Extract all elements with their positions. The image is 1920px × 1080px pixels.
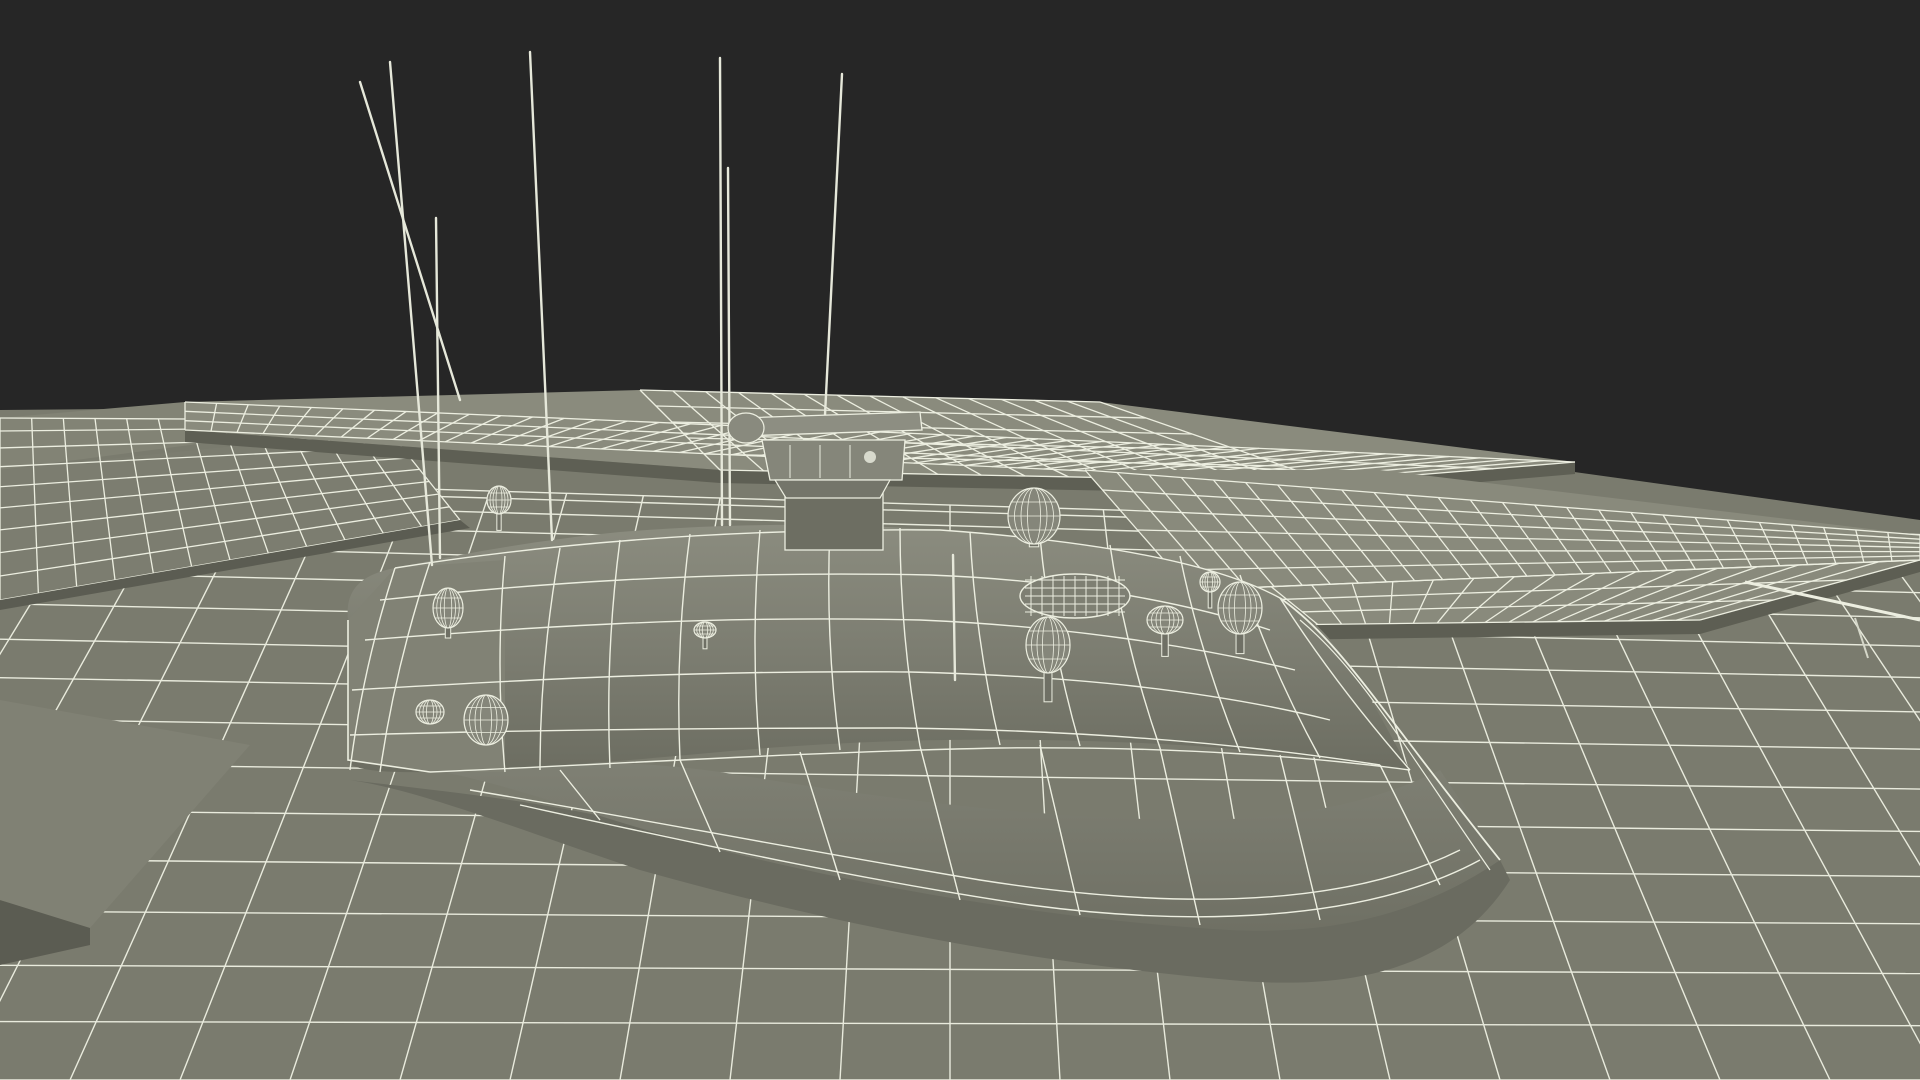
wireframe-scene xyxy=(0,0,1920,1080)
deck-hatch xyxy=(1019,573,1131,619)
render-viewport xyxy=(0,0,1920,1080)
